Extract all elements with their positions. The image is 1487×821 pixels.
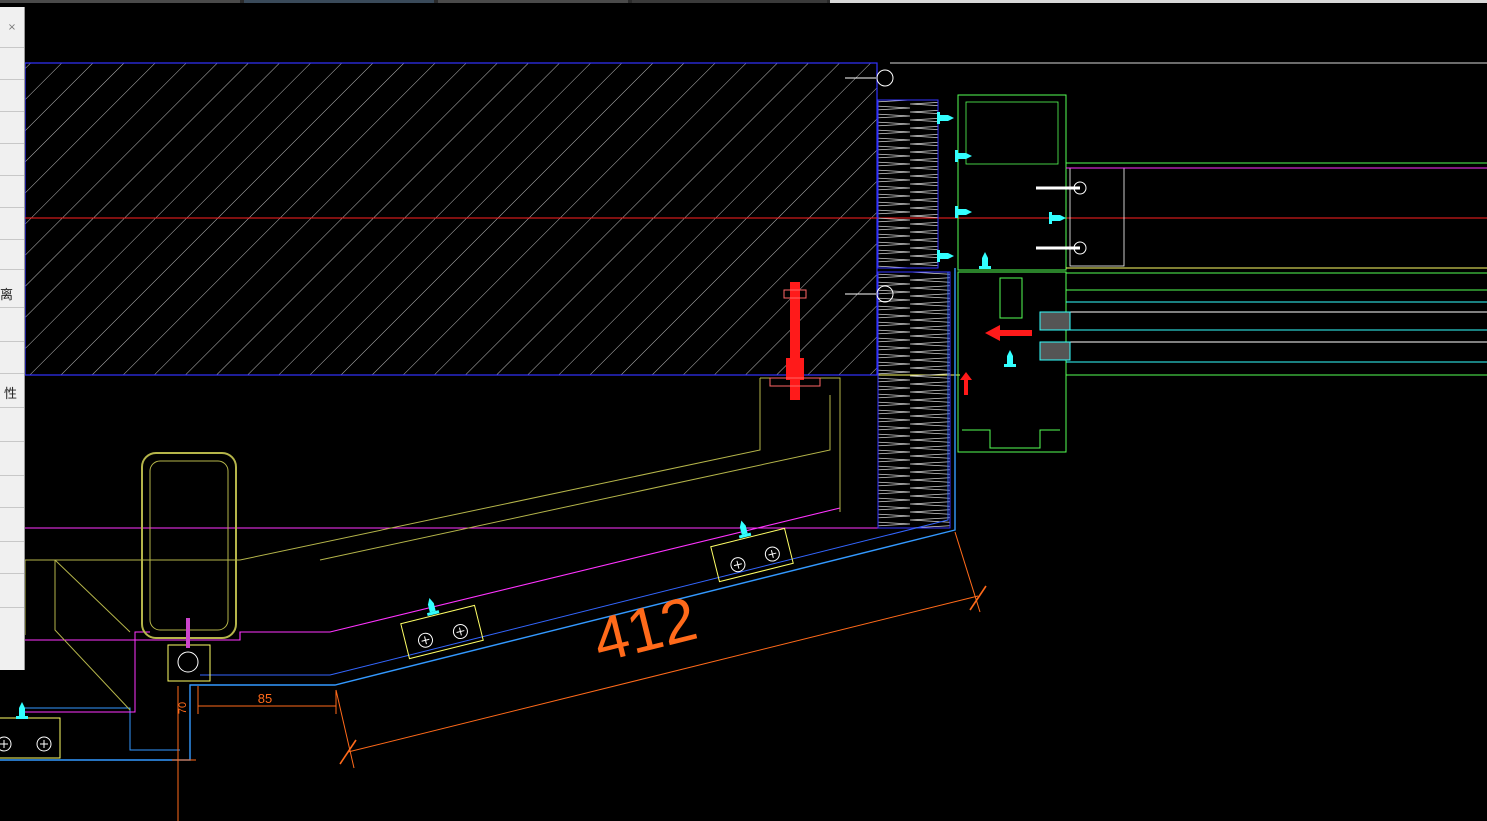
- properties-panel[interactable]: × 离 性: [0, 7, 25, 670]
- dimension-text-70: 70: [177, 702, 189, 714]
- panel-row-divider: [0, 79, 24, 80]
- panel-row-divider: [0, 307, 24, 308]
- panel-row-divider: [0, 269, 24, 270]
- dimension-70: 70: [172, 686, 196, 821]
- concrete-wall: [24, 62, 878, 376]
- panel-row-divider: [0, 341, 24, 342]
- cladding-backer: [25, 707, 180, 751]
- panel-row-divider: [0, 475, 24, 476]
- panel-row-divider: [0, 143, 24, 144]
- panel-label-distance: 离: [0, 288, 14, 303]
- panel-row-divider: [0, 507, 24, 508]
- close-icon[interactable]: ×: [4, 21, 20, 35]
- clip-bracket: [710, 519, 794, 583]
- panel-row-divider: [0, 541, 24, 542]
- panel-row-divider: [0, 239, 24, 240]
- insulation-layer: [877, 99, 951, 529]
- clip-bracket: [0, 702, 61, 759]
- panel-row-divider: [0, 407, 24, 408]
- panel-row-divider: [0, 175, 24, 176]
- panel-row-divider: [0, 207, 24, 208]
- clip-bracket: [400, 596, 484, 660]
- panel-label-property: 性: [4, 387, 18, 402]
- dimension-412: 412: [335, 531, 987, 769]
- dimension-text-412: 412: [587, 584, 704, 676]
- dimension-text-85: 85: [258, 691, 272, 706]
- steel-tube: [141, 452, 237, 639]
- panel-row-divider: [0, 373, 24, 374]
- dimension-85: 85: [197, 686, 337, 714]
- panel-row-divider: [0, 573, 24, 574]
- panel-row-divider: [0, 47, 24, 48]
- panel-row-divider: [0, 111, 24, 112]
- panel-row-divider: [0, 441, 24, 442]
- sheet-magenta-lower: [25, 631, 150, 713]
- panel-row-divider: [0, 607, 24, 608]
- cad-drawing-canvas[interactable]: 412 85 70: [0, 0, 1487, 821]
- glazing-panels: [1039, 162, 1487, 376]
- tube-bracket: [167, 618, 211, 682]
- red-arrow-markers: [960, 325, 1032, 395]
